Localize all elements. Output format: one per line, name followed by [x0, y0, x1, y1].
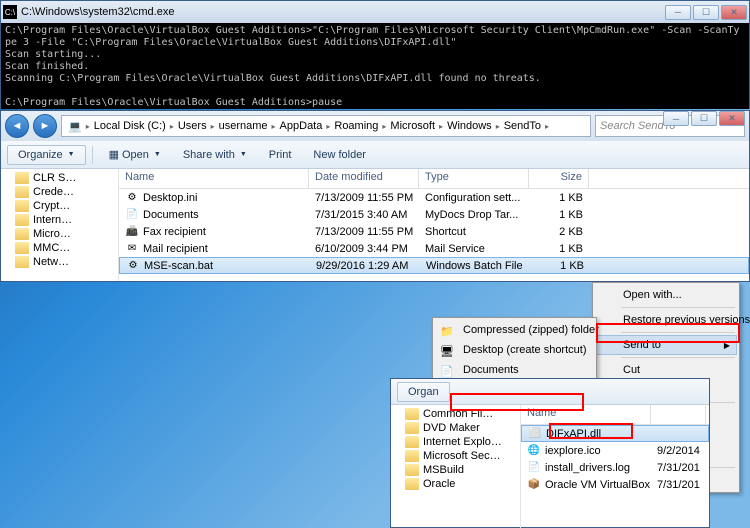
- sendto-item[interactable]: 📄Documents: [435, 360, 594, 380]
- file-row[interactable]: ⚙MSE-scan.bat9/29/2016 1:29 AMWindows Ba…: [119, 257, 749, 274]
- file-row[interactable]: 📄install_drivers.log7/31/201: [521, 459, 709, 476]
- menu-icon: 🖥: [439, 343, 455, 359]
- minimize-button[interactable]: ─: [663, 111, 689, 126]
- sidebar-item[interactable]: CLR S…: [1, 171, 118, 185]
- file-row[interactable]: ✉Mail recipient6/10/2009 3:44 PMMail Ser…: [119, 240, 749, 257]
- file-list: Name Date modified Type Size ⚙Desktop.in…: [119, 169, 749, 281]
- folder-icon: [405, 478, 419, 490]
- folder-icon: [405, 450, 419, 462]
- context-item[interactable]: Restore previous versions: [595, 310, 737, 330]
- file-icon: 📠: [125, 225, 139, 239]
- sidebar-item[interactable]: Intern…: [1, 213, 118, 227]
- breadcrumb-seg[interactable]: SendTo: [500, 120, 545, 132]
- share-button[interactable]: Share with▼: [173, 146, 257, 164]
- cmd-icon: C:\: [3, 5, 17, 19]
- explorer-window: ◄ ► 💻▸Local Disk (C:)▸Users▸username▸App…: [0, 110, 750, 282]
- file-row[interactable]: 📠Fax recipient7/13/2009 11:55 PMShortcut…: [119, 223, 749, 240]
- sidebar-item[interactable]: MMC…: [1, 241, 118, 255]
- file-row[interactable]: 📦Oracle VM VirtualBox Guest Additions7/3…: [521, 476, 709, 493]
- file-row[interactable]: 🌐iexplore.ico9/2/2014: [521, 442, 709, 459]
- sidebar-item[interactable]: Micro…: [1, 227, 118, 241]
- col-name[interactable]: Name: [521, 405, 651, 424]
- sidebar-item[interactable]: Common Fil…: [391, 407, 520, 421]
- file-icon: ⚙: [126, 259, 140, 273]
- sendto-item[interactable]: 📁Compressed (zipped) folder: [435, 320, 594, 340]
- newfolder-button[interactable]: New folder: [303, 146, 376, 164]
- file-icon: 📦: [527, 478, 541, 492]
- sidebar-item[interactable]: Microsoft Sec…: [391, 449, 520, 463]
- folder-icon: [15, 242, 29, 254]
- col-name[interactable]: Name: [119, 169, 309, 188]
- context-item[interactable]: Open with...: [595, 285, 737, 305]
- folder-icon: [15, 256, 29, 268]
- col-type[interactable]: Type: [419, 169, 529, 188]
- breadcrumb-seg[interactable]: Microsoft: [386, 120, 439, 132]
- file-icon: 🌐: [527, 444, 541, 458]
- cmd-title-text: C:\Windows\system32\cmd.exe: [21, 6, 665, 18]
- folder-icon: [405, 436, 419, 448]
- breadcrumb-seg[interactable]: Roaming: [330, 120, 382, 132]
- cmd-output: C:\Program Files\Oracle\VirtualBox Guest…: [1, 23, 749, 109]
- print-button[interactable]: Print: [259, 146, 302, 164]
- col-size[interactable]: Size: [529, 169, 589, 188]
- open-button[interactable]: ▦ Open▼: [99, 145, 171, 164]
- breadcrumb[interactable]: 💻▸Local Disk (C:)▸Users▸username▸AppData…: [61, 115, 591, 137]
- sendto-item[interactable]: 🖥Desktop (create shortcut): [435, 340, 594, 360]
- file-icon: ⬜: [528, 427, 542, 441]
- explorer-toolbar: Organize▼ ▦ Open▼ Share with▼ Print New …: [1, 141, 749, 169]
- organize-button[interactable]: Organ: [397, 382, 450, 402]
- sidebar-item[interactable]: Internet Explo…: [391, 435, 520, 449]
- breadcrumb-seg[interactable]: Windows: [443, 120, 496, 132]
- explorer-nav: ◄ ► 💻▸Local Disk (C:)▸Users▸username▸App…: [1, 111, 749, 141]
- sidebar-item[interactable]: MSBuild: [391, 463, 520, 477]
- folder-icon: [15, 172, 29, 184]
- explorer-window-2: Organ Common Fil…DVD MakerInternet Explo…: [390, 378, 710, 528]
- folder-icon: [15, 200, 29, 212]
- context-item[interactable]: Send to▶: [595, 335, 737, 355]
- folder-icon: [405, 408, 419, 420]
- cmd-titlebar[interactable]: C:\ C:\Windows\system32\cmd.exe ─ ☐ ✕: [1, 1, 749, 23]
- maximize-button[interactable]: ☐: [691, 111, 717, 126]
- context-item[interactable]: Cut: [595, 360, 737, 380]
- nav-back-button[interactable]: ◄: [5, 114, 29, 138]
- close-button[interactable]: ✕: [719, 111, 745, 126]
- file-row[interactable]: 📄Documents7/31/2015 3:40 AMMyDocs Drop T…: [119, 206, 749, 223]
- sidebar[interactable]: CLR S…Crede…Crypt…Intern…Micro…MMC…Netw…: [1, 169, 119, 281]
- folder-icon: [15, 214, 29, 226]
- folder-icon: [405, 422, 419, 434]
- file-icon: 📄: [527, 461, 541, 475]
- folder-icon: [15, 228, 29, 240]
- cmd-window: C:\ C:\Windows\system32\cmd.exe ─ ☐ ✕ C:…: [0, 0, 750, 109]
- sidebar-item[interactable]: Crede…: [1, 185, 118, 199]
- close-button[interactable]: ✕: [721, 5, 747, 20]
- breadcrumb-seg[interactable]: AppData: [276, 120, 327, 132]
- file-row[interactable]: ⬜DIFxAPI.dll: [521, 425, 709, 442]
- organize-button[interactable]: Organize▼: [7, 145, 86, 165]
- file-icon: ✉: [125, 242, 139, 256]
- sidebar-item[interactable]: Oracle: [391, 477, 520, 491]
- column-headers[interactable]: Name Date modified Type Size: [119, 169, 749, 189]
- sidebar-item[interactable]: DVD Maker: [391, 421, 520, 435]
- breadcrumb-seg[interactable]: username: [215, 120, 272, 132]
- menu-icon: 📄: [439, 363, 455, 379]
- minimize-button[interactable]: ─: [665, 5, 691, 20]
- nav-forward-button[interactable]: ►: [33, 114, 57, 138]
- file-icon: ⚙: [125, 191, 139, 205]
- file-list: Name ⬜DIFxAPI.dll🌐iexplore.ico9/2/2014📄i…: [521, 405, 709, 528]
- breadcrumb-seg[interactable]: Local Disk (C:): [90, 120, 170, 132]
- col-date[interactable]: Date modified: [309, 169, 419, 188]
- explorer2-toolbar: Organ: [391, 379, 709, 405]
- menu-icon: 📁: [439, 323, 455, 339]
- folder-icon: [15, 186, 29, 198]
- sidebar[interactable]: Common Fil…DVD MakerInternet Explo…Micro…: [391, 405, 521, 528]
- folder-icon: [405, 464, 419, 476]
- sidebar-item[interactable]: Crypt…: [1, 199, 118, 213]
- breadcrumb-seg[interactable]: Users: [174, 120, 211, 132]
- file-row[interactable]: ⚙Desktop.ini7/13/2009 11:55 PMConfigurat…: [119, 189, 749, 206]
- file-icon: 📄: [125, 208, 139, 222]
- sidebar-item[interactable]: Netw…: [1, 255, 118, 269]
- maximize-button[interactable]: ☐: [693, 5, 719, 20]
